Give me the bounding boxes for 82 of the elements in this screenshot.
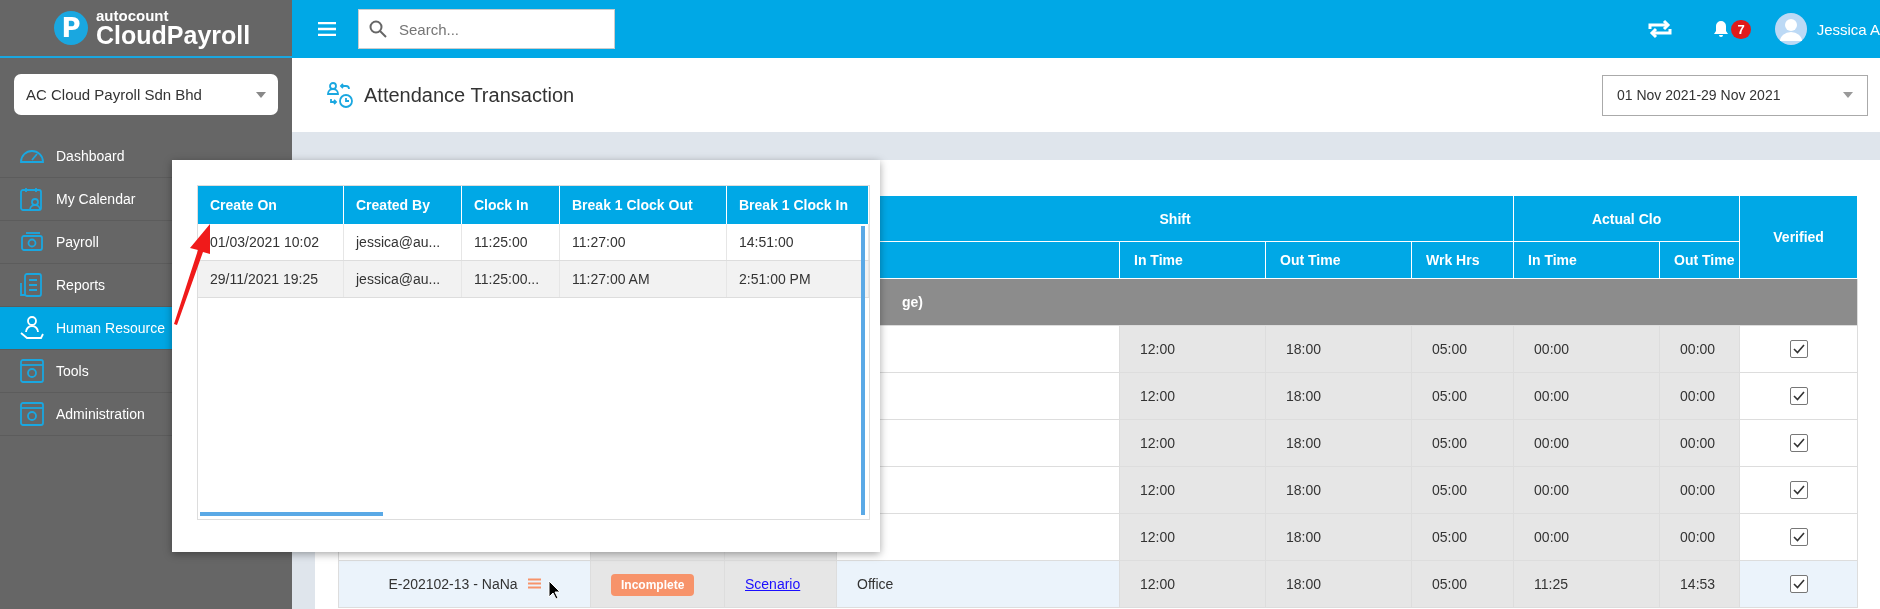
column-header: Create On — [198, 186, 344, 224]
verified-checkbox[interactable] — [1789, 528, 1808, 546]
column-header: Out Time — [1265, 241, 1412, 279]
table-cell: 11:27:00 — [560, 224, 727, 260]
table-cell: 00:00 — [1534, 482, 1570, 498]
search-icon — [369, 20, 387, 38]
table-cell: 18:00 — [1286, 529, 1322, 545]
avatar-icon[interactable] — [1774, 13, 1807, 45]
table-cell: 18:00 — [1286, 388, 1322, 404]
table-cell: 05:00 — [1432, 529, 1468, 545]
list-icon[interactable] — [527, 578, 541, 589]
table-cell: 00:00 — [1534, 435, 1570, 451]
column-header: Break 1 Clock Out — [560, 186, 727, 224]
column-header: Out Time — [1659, 241, 1740, 279]
table-cell: 11:25:00 — [462, 224, 560, 260]
table-cell: 00:00 — [1680, 341, 1716, 357]
column-header: In Time — [1119, 241, 1266, 279]
table-cell: 00:00 — [1680, 435, 1716, 451]
scrollbar[interactable] — [861, 226, 865, 515]
column-header: Created By — [344, 186, 462, 224]
table-cell: 12:00 — [1140, 529, 1176, 545]
column-header: In Time — [1513, 241, 1660, 279]
gear-icon — [18, 400, 46, 428]
table-cell: 00:00 — [1680, 529, 1716, 545]
verified-checkbox[interactable] — [1789, 575, 1808, 593]
person-icon — [18, 314, 46, 342]
scenario-link[interactable]: Scenario — [745, 576, 801, 592]
search-field[interactable]: Search... — [358, 9, 615, 49]
table-cell: 05:00 — [1432, 388, 1468, 404]
bell-icon[interactable] — [1713, 20, 1730, 38]
table-cell: 00:00 — [1680, 482, 1716, 498]
table-cell: 14:53 — [1680, 576, 1716, 592]
table-cell: 05:00 — [1432, 435, 1468, 451]
table-cell: 12:00 — [1140, 388, 1176, 404]
table-cell: 11:25 — [1534, 576, 1569, 592]
table-cell: E-202102-13 - NaNa — [388, 576, 518, 592]
table-cell: 12:00 — [1140, 341, 1176, 357]
table-cell: 18:00 — [1286, 576, 1322, 592]
table-cell: 00:00 — [1534, 388, 1570, 404]
column-header: Wrk Hrs — [1411, 241, 1514, 279]
gear-icon — [18, 357, 46, 385]
table-cell: jessica@au... — [344, 261, 462, 297]
table-cell: 12:00 — [1140, 482, 1176, 498]
table-cell: 12:00 — [1140, 576, 1176, 592]
table-cell: 12:00 — [1140, 435, 1176, 451]
group-row-label: ge) — [902, 294, 923, 310]
verified-checkbox[interactable] — [1789, 481, 1808, 499]
logo-mark: P — [54, 11, 88, 45]
column-header: Verified — [1739, 195, 1858, 279]
table-cell: 18:00 — [1286, 435, 1322, 451]
table-cell: 18:00 — [1286, 341, 1322, 357]
table-cell: 00:00 — [1534, 341, 1570, 357]
verified-checkbox[interactable] — [1789, 434, 1808, 452]
notification-badge: 7 — [1731, 19, 1751, 39]
menu-icon[interactable] — [318, 22, 336, 36]
column-header: Clock In — [462, 186, 560, 224]
verified-checkbox[interactable] — [1789, 340, 1808, 358]
table-cell: 00:00 — [1680, 388, 1716, 404]
scrollbar[interactable] — [200, 512, 383, 516]
column-header: Break 1 Clock In — [727, 186, 869, 224]
caret-icon — [1843, 92, 1853, 98]
caret-icon — [256, 91, 266, 98]
table-cell: 11:25:00... — [462, 261, 560, 297]
logo-text: CloudPayroll — [96, 23, 251, 48]
table-cell: Office — [857, 576, 894, 592]
date-range-select[interactable]: 01 Nov 2021-29 Nov 2021 — [1602, 74, 1868, 116]
page-title: Attendance Transaction — [364, 83, 575, 107]
table-cell: 05:00 — [1432, 576, 1468, 592]
table-cell: 00:00 — [1534, 529, 1570, 545]
logo-text: autocount — [96, 8, 170, 23]
table-cell: 05:00 — [1432, 341, 1468, 357]
column-group-header: Actual Clo — [1513, 195, 1740, 242]
company-select[interactable]: AC Cloud Payroll Sdn Bhd — [14, 74, 278, 115]
table-cell: 05:00 — [1432, 482, 1468, 498]
attendance-icon — [326, 81, 354, 109]
table-cell: jessica@au... — [344, 224, 462, 260]
sync-icon[interactable] — [1647, 18, 1674, 40]
table-cell: 11:27:00 AM — [560, 261, 727, 297]
mouse-cursor-icon — [548, 580, 562, 600]
status-badge: Incomplete — [611, 574, 695, 596]
verified-checkbox[interactable] — [1789, 387, 1808, 405]
table-cell: 18:00 — [1286, 482, 1322, 498]
